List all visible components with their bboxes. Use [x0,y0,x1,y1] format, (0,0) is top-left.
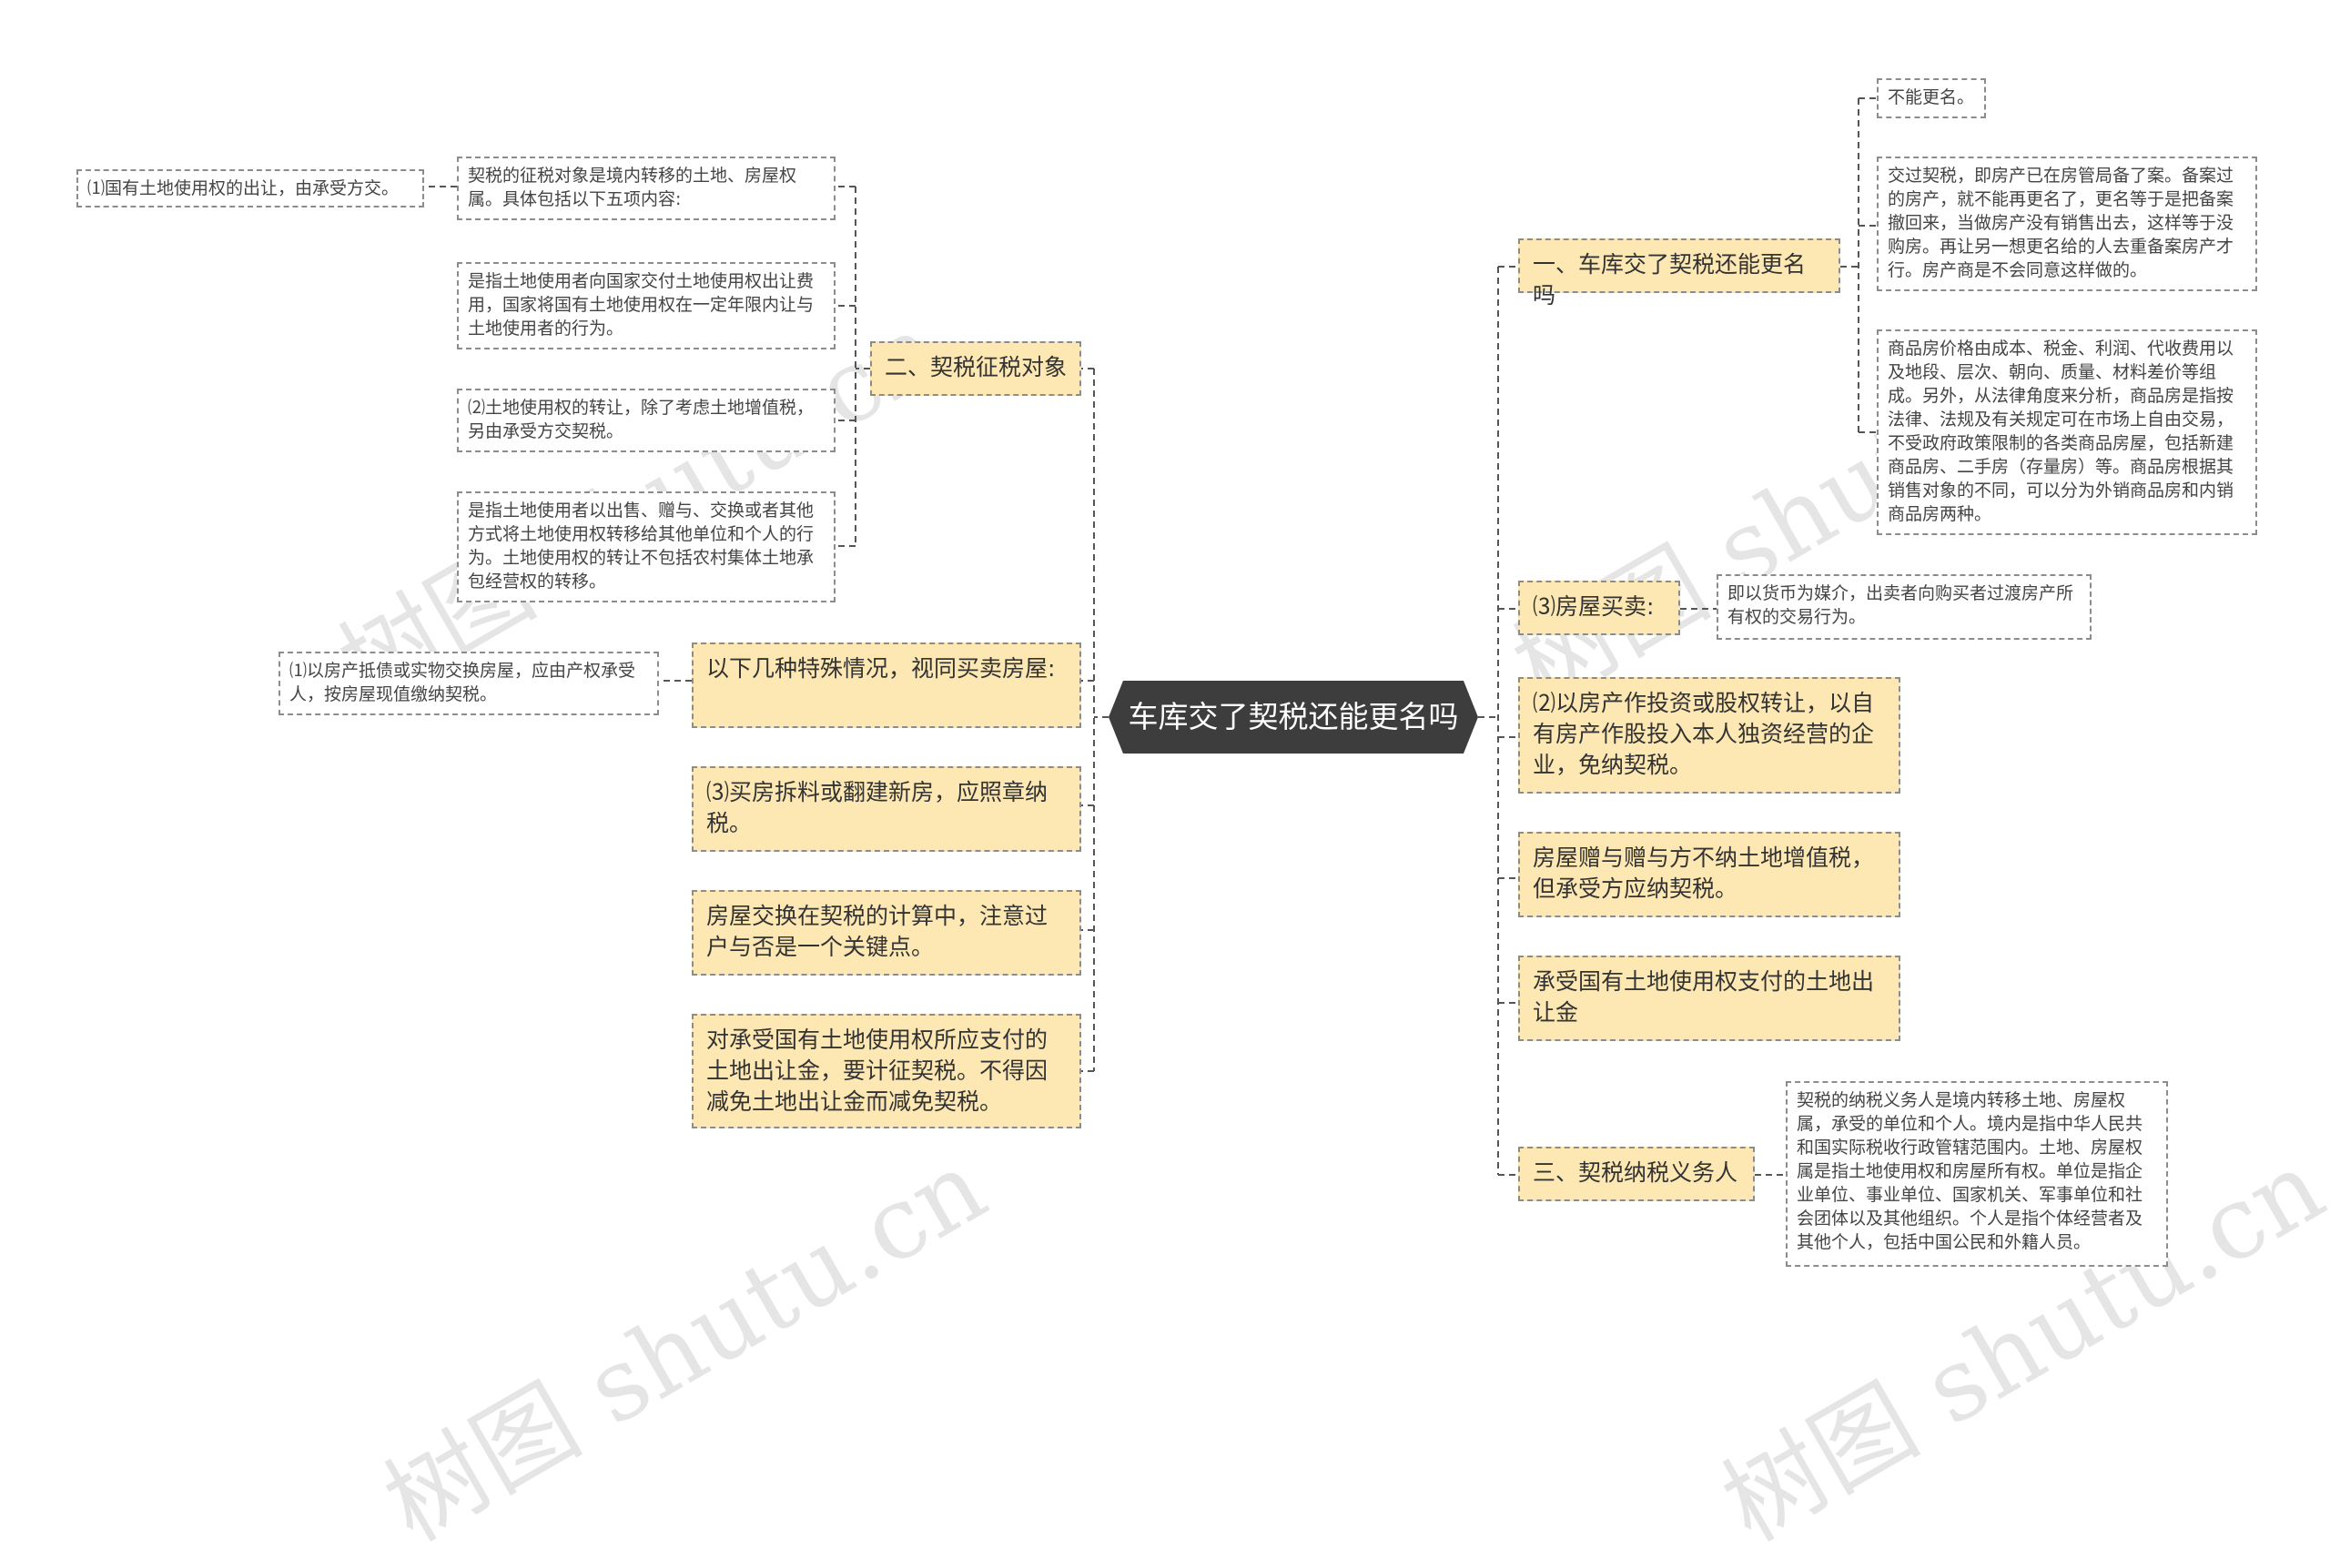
leaf-tax-object-intro[interactable]: 契税的征税对象是境内转移的土地、房屋权属。具体包括以下五项内容: [457,157,836,220]
leaf-commercial-housing[interactable]: 商品房价格由成本、税金、利润、代收费用以及地段、层次、朝向、质量、材料差价等组成… [1877,329,2257,535]
leaf-trade-definition[interactable]: 即以货币为媒介，出卖者向购买者过渡房产所有权的交易行为。 [1717,574,2092,640]
leaf-land-grant-definition[interactable]: 是指土地使用者向国家交付土地使用权出让费用，国家将国有土地使用权在一定年限内让与… [457,262,836,349]
leaf-land-transfer[interactable]: ⑵土地使用权的转让，除了考虑土地增值税，另由承受方交契税。 [457,389,836,452]
topic-house-trade[interactable]: ⑶房屋买卖: [1518,581,1680,635]
topic-special-cases[interactable]: 以下几种特殊情况，视同买卖房屋: [692,642,1081,728]
leaf-land-grant[interactable]: ⑴国有土地使用权的出让，由承受方交。 [76,169,424,207]
topic-invest-equity[interactable]: ⑵以房产作投资或股权转让，以自有房产作股投入本人独资经营的企业，免纳契税。 [1518,677,1900,794]
topic-house-exchange[interactable]: 房屋交换在契税的计算中，注意过户与否是一个关键点。 [692,890,1081,976]
leaf-filing-explanation[interactable]: 交过契税，即房产已在房管局备了案。备案过的房产，就不能再更名了，更名等于是把备案… [1877,157,2257,291]
topic-taxpayer[interactable]: 三、契税纳税义务人 [1518,1147,1755,1201]
topic-land-grant-fee[interactable]: 对承受国有土地使用权所应支付的土地出让金，要计征契税。不得因减免土地出让金而减免… [692,1014,1081,1128]
topic-tax-object[interactable]: 二、契税征税对象 [870,341,1081,396]
topic-demolish-rebuild[interactable]: ⑶买房拆料或翻建新房，应照章纳税。 [692,766,1081,852]
root-topic[interactable]: 车库交了契税还能更名吗 [1109,681,1478,754]
topic-rename-after-tax[interactable]: 一、车库交了契税还能更名吗 [1518,238,1840,309]
topic-gift[interactable]: 房屋赠与赠与方不纳土地增值税，但承受方应纳契税。 [1518,832,1900,917]
topic-land-payment[interactable]: 承受国有土地使用权支付的土地出让金 [1518,956,1900,1041]
leaf-land-transfer-definition[interactable]: 是指土地使用者以出售、赠与、交换或者其他方式将土地使用权转移给其他单位和个人的行… [457,491,836,602]
leaf-taxpayer-definition[interactable]: 契税的纳税义务人是境内转移土地、房屋权属，承受的单位和个人。境内是指中华人民共和… [1786,1081,2168,1267]
leaf-debt-exchange[interactable]: ⑴以房产抵债或实物交换房屋，应由产权承受人，按房屋现值缴纳契税。 [279,652,659,715]
leaf-cannot-rename[interactable]: 不能更名。 [1877,78,1986,118]
